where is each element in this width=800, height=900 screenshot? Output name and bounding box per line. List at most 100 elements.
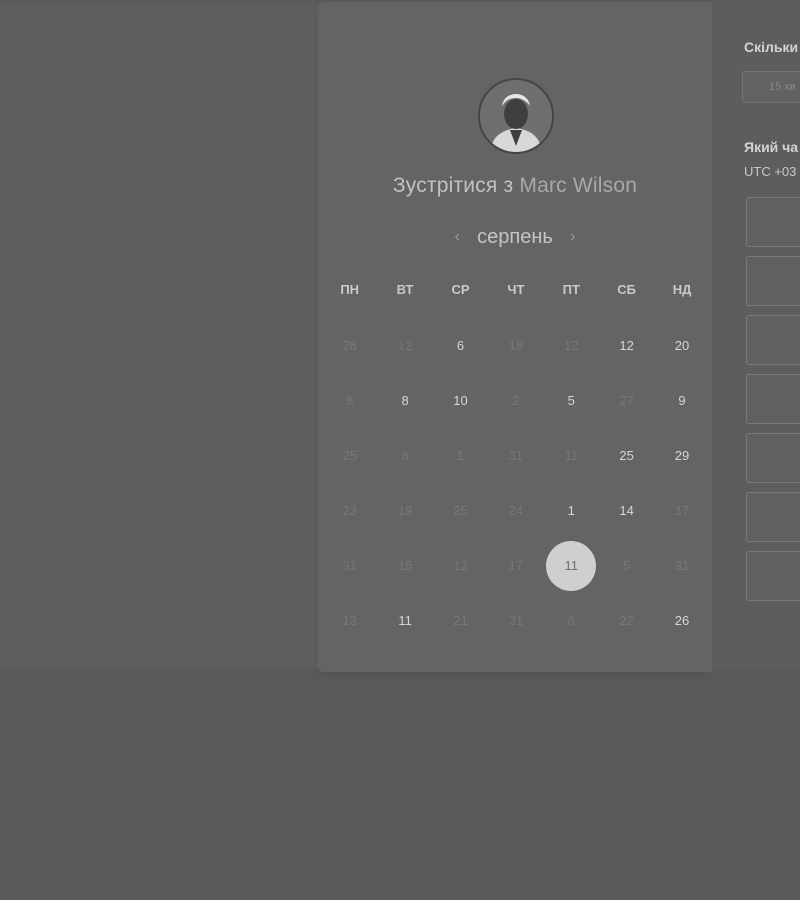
calendar-day[interactable]: 6 [433,318,488,373]
day-number: 11 [398,613,412,628]
time-label: Який ча [744,139,799,155]
calendar-day[interactable]: 25 [599,428,654,483]
calendar-day[interactable]: 26 [654,593,709,648]
calendar-day[interactable]: 5 [544,373,599,428]
calendar-day: 12 [433,538,488,593]
chevron-right-icon[interactable]: › [565,228,581,246]
calendar-day: 12 [377,318,432,373]
weekday-fri: ПТ [562,282,580,297]
calendar-day: 5 [599,538,654,593]
day-number: 25 [453,503,468,518]
calendar-day: 15 [377,538,432,593]
time-slot-button[interactable] [746,256,800,306]
calendar-day[interactable]: 12 [599,318,654,373]
weekday-tue: ВТ [396,282,414,297]
weekday-mon: ПН [340,282,360,297]
day-number: 1 [456,448,465,463]
chevron-left-icon[interactable]: ‹ [449,228,465,246]
day-number: 12 [619,338,634,353]
day-number: 11 [564,448,579,463]
duration-label: Скільки [744,39,799,55]
host-avatar [478,78,554,154]
calendar-day: 13 [322,593,377,648]
calendar-day: 27 [599,373,654,428]
title-prefix: Зустрітися з [392,174,514,197]
calendar-day: 25 [433,483,488,538]
calendar-day: 8 [322,373,377,428]
calendar-day: 12 [544,318,599,373]
calendar-day: 31 [488,428,543,483]
day-number: 17 [508,558,524,573]
calendar-day: 17 [488,538,543,593]
day-number: 8 [401,393,409,408]
calendar-day[interactable]: 14 [599,483,654,538]
day-number: 15 [397,558,413,573]
time-slot-button[interactable] [746,374,800,424]
calendar-day-grid: 28 12 6 18 12 12 20 8 8 10 2 5 27 9 25 8 1 31 11 25 29 23 19 25… [322,318,710,648]
day-number: 29 [674,448,690,463]
weekday-sat: СБ [617,282,637,297]
calendar-day[interactable]: 1 [544,483,599,538]
calendar-day: 31 [488,593,543,648]
month-navigation: ‹ серпень › [318,222,712,252]
calendar-day: 8 [544,593,599,648]
day-number: 26 [674,613,690,628]
day-number: 5 [623,558,631,573]
day-number: 8 [401,448,409,463]
day-number: 12 [453,558,468,573]
day-number: 8 [346,393,354,408]
time-selection-panel: Скільки 15 хв Який ча UTC +03 [712,2,800,669]
day-number: 8 [567,613,575,628]
day-number: 21 [453,613,468,628]
day-number: 31 [342,558,357,573]
calendar-day: 31 [322,538,377,593]
day-number: 20 [674,338,690,353]
calendar-day: 2 [488,373,543,428]
calendar-day[interactable]: 20 [654,318,709,373]
person-photo-icon [480,80,552,152]
month-label: серпень [477,225,553,248]
calendar-day[interactable]: 9 [654,373,709,428]
day-number: 31 [508,613,524,628]
day-number: 12 [397,338,413,353]
time-slot-button[interactable] [746,433,800,483]
calendar-day: 25 [322,428,377,483]
day-number: 25 [619,448,634,463]
day-number: 18 [508,338,524,353]
time-slot-button[interactable] [746,492,800,542]
day-number: 13 [342,613,357,628]
weekday-thu: ЧТ [507,282,525,297]
weekday-sun: НД [672,282,692,297]
time-slot-button[interactable] [746,197,800,247]
selected-day[interactable]: 11 [544,538,599,593]
booking-title: Зустрітися з Marc Wilson [318,174,712,198]
calendar-day: 28 [322,318,377,373]
day-number: 25 [342,448,357,463]
calendar-day: 21 [433,593,488,648]
calendar-day: 31 [654,538,709,593]
calendar-day[interactable]: 29 [654,428,709,483]
day-number: 28 [342,338,357,353]
host-name: Marc Wilson [519,174,638,197]
calendar-day[interactable]: 8 [377,373,432,428]
day-number: 31 [508,448,524,463]
day-number: 1 [567,503,575,518]
calendar-day[interactable]: 11 [377,593,432,648]
calendar-day: 8 [377,428,432,483]
time-slot-button[interactable] [746,315,800,365]
time-slot-button[interactable] [746,551,800,601]
duration-select[interactable]: 15 хв [742,71,800,103]
day-number: 17 [674,503,690,518]
calendar-day: 1 [433,428,488,483]
day-number: 14 [619,503,634,518]
calendar-day: 18 [488,318,543,373]
weekday-header: ПН ВТ СР ЧТ ПТ СБ НД [322,282,710,297]
booking-calendar-card: Зустрітися з Marc Wilson ‹ серпень › ПН … [318,2,712,672]
day-number: 10 [453,393,468,408]
day-number: 6 [456,338,465,353]
calendar-day: 17 [654,483,709,538]
day-number: 24 [508,503,524,518]
day-number: 23 [342,503,357,518]
day-number: 11 [546,540,597,591]
calendar-day[interactable]: 10 [433,373,488,428]
